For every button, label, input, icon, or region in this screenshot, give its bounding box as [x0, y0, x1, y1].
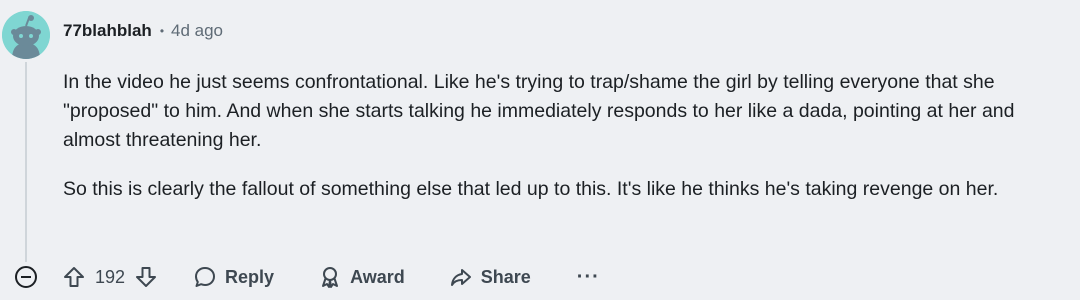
timestamp[interactable]: 4d ago	[171, 21, 223, 41]
thread-line[interactable]	[25, 62, 27, 262]
snoo-avatar-icon	[2, 11, 50, 59]
comment-body: In the video he just seems confrontation…	[63, 68, 1063, 224]
downvote-button[interactable]	[135, 266, 157, 288]
separator-dot: •	[159, 24, 165, 38]
collapse-thread-button[interactable]	[15, 266, 37, 288]
vote-controls: 192	[63, 266, 157, 288]
reply-label: Reply	[225, 266, 275, 287]
reply-button[interactable]: Reply	[193, 265, 274, 289]
award-label: Award	[350, 266, 405, 287]
share-label: Share	[480, 266, 531, 287]
share-arrow-icon	[450, 269, 471, 286]
username-link[interactable]: 77blahblah	[63, 21, 152, 41]
comment-meta: • 4d ago	[160, 21, 223, 41]
upvote-arrow-icon	[64, 267, 84, 287]
comment-paragraph: In the video he just seems confrontation…	[63, 71, 1015, 151]
downvote-arrow-icon	[136, 267, 157, 287]
avatar[interactable]	[2, 11, 50, 59]
minus-icon	[21, 276, 31, 278]
award-medal-icon	[322, 267, 339, 288]
comment-header: 77blahblah • 4d ago	[63, 19, 223, 43]
award-button[interactable]: Award	[318, 265, 405, 289]
upvote-button[interactable]	[63, 266, 85, 288]
speech-bubble-icon	[195, 267, 216, 287]
comment-paragraph: So this is clearly the fallout of someth…	[63, 178, 999, 200]
more-options-button[interactable]: ···	[577, 266, 600, 289]
comment-action-bar: 192 Reply Award Share ···	[0, 262, 640, 292]
vote-count: 192	[95, 266, 126, 287]
share-button[interactable]: Share	[449, 265, 531, 289]
